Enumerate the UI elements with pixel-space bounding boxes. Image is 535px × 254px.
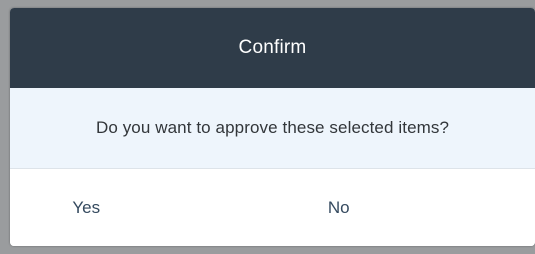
no-button[interactable]: No [263, 169, 416, 246]
dialog-header: Confirm [10, 8, 535, 88]
confirm-dialog: Confirm Do you want to approve these sel… [10, 8, 535, 246]
dialog-footer: Yes No [10, 169, 535, 246]
yes-button[interactable]: Yes [10, 169, 263, 246]
dialog-message-bar: Do you want to approve these selected it… [10, 88, 535, 169]
dialog-title: Confirm [238, 37, 307, 58]
dialog-message: Do you want to approve these selected it… [95, 118, 450, 137]
